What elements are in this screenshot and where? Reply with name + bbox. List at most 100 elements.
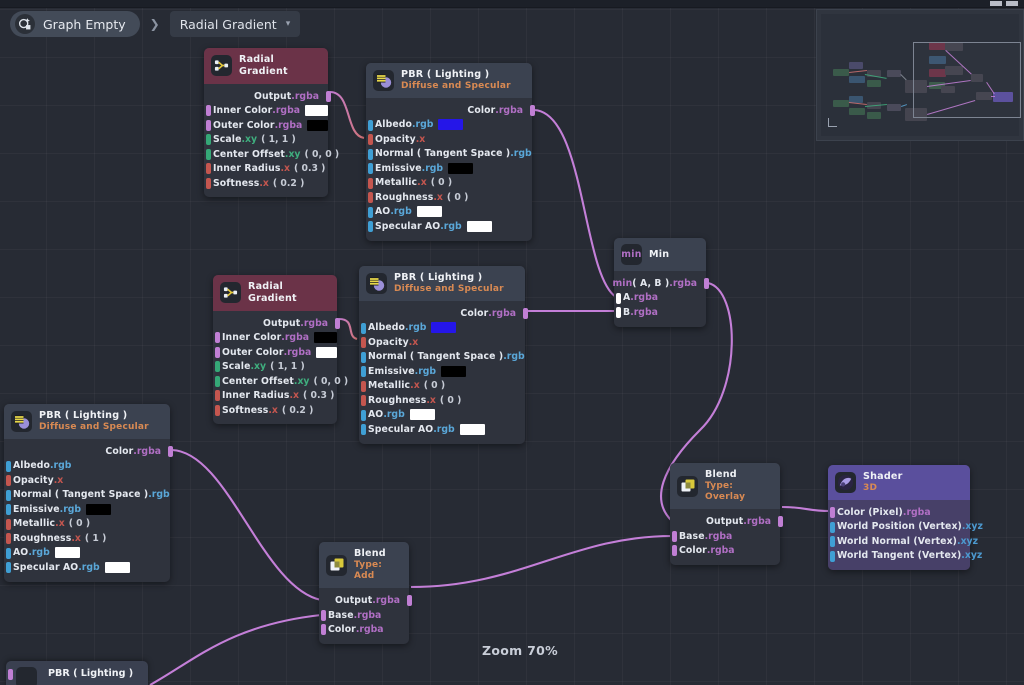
node-input-row[interactable]: Scale .xy( 1, 1 ) (204, 132, 328, 147)
output-port[interactable] (335, 317, 340, 329)
node-header[interactable]: Blend Type: Add (319, 542, 409, 589)
node-input-row[interactable]: Metallic .x ( 0 ) (359, 379, 525, 394)
input-value[interactable]: ( 0 ) (431, 177, 452, 188)
partial-node-pbr-lighting[interactable]: PBR ( Lighting ) (6, 661, 148, 685)
node-input-row[interactable]: Inner Color .rgba (204, 103, 328, 118)
input-port[interactable] (368, 148, 373, 160)
node-header[interactable]: PBR ( Lighting ) Diffuse and Specular (4, 404, 170, 440)
node-header[interactable]: Radial Gradient (213, 275, 337, 311)
color-swatch[interactable] (314, 332, 337, 344)
input-port[interactable] (6, 475, 11, 487)
output-port[interactable] (168, 446, 173, 458)
node-header[interactable]: Shader 3D (828, 465, 970, 501)
node-input-row[interactable]: Specular AO .rgb (366, 219, 532, 234)
node-input-row[interactable]: Color (Pixel) .rgba (828, 505, 970, 520)
input-port[interactable] (368, 221, 373, 233)
node-input-row[interactable]: Metallic .x ( 0 ) (366, 176, 532, 191)
input-value[interactable]: ( 0.3 ) (294, 163, 325, 174)
node-input-row[interactable]: AO .rgb (359, 408, 525, 423)
input-value[interactable]: ( 0, 0 ) (314, 376, 349, 387)
node-input-row[interactable]: AO .rgb (366, 205, 532, 220)
input-value[interactable]: ( 0.2 ) (273, 178, 304, 189)
breadcrumb-item-graph[interactable]: Graph Empty (10, 11, 140, 37)
node-min-node[interactable]: min Min min( A, B ) .rgba A .rgba B .rgba (613, 238, 709, 327)
color-swatch[interactable] (305, 105, 328, 117)
input-port[interactable] (616, 292, 621, 304)
node-output-row[interactable]: Output .rgba (670, 514, 783, 529)
node-input-row[interactable]: Opacity .x (359, 335, 525, 350)
input-port[interactable] (6, 504, 11, 516)
input-port[interactable] (6, 533, 11, 545)
input-port[interactable] (321, 624, 326, 636)
node-input-row[interactable]: Emissive .rgb (4, 502, 170, 517)
node-output-row[interactable]: Color .rgba (4, 444, 173, 459)
input-port[interactable] (361, 322, 366, 334)
node-input-row[interactable]: Opacity .x (4, 473, 170, 488)
input-port[interactable] (6, 489, 11, 501)
node-input-row[interactable]: Specular AO .rgb (359, 422, 525, 437)
color-swatch[interactable] (104, 561, 130, 573)
output-port[interactable] (530, 105, 535, 117)
node-graph-canvas[interactable]: Graph Empty ❯ Radial Gradient ▾ Radial G… (0, 0, 1024, 685)
node-input-row[interactable]: Base .rgba (670, 529, 780, 544)
input-port[interactable] (215, 375, 220, 387)
node-port[interactable] (8, 669, 13, 680)
node-header[interactable]: min Min (614, 238, 706, 271)
node-input-row[interactable]: Inner Radius .x ( 0.3 ) (204, 161, 328, 176)
node-input-row[interactable]: Center Offset .xy ( 0, 0 ) (204, 147, 339, 162)
input-port[interactable] (361, 409, 366, 421)
node-output-row[interactable]: min( A, B ) .rgba (613, 276, 709, 291)
node-radial-gradient-1[interactable]: Radial Gradient Output .rgba Inner Color .rg… (204, 48, 339, 198)
node-input-row[interactable]: A .rgba (614, 291, 706, 306)
node-input-row[interactable]: Center Offset .xy ( 0, 0 ) (213, 374, 348, 389)
color-swatch[interactable] (307, 119, 328, 131)
node-input-row[interactable]: B .rgba (614, 305, 706, 320)
node-header[interactable]: Blend Type: Overlay (670, 463, 780, 510)
input-port[interactable] (215, 404, 220, 416)
input-port[interactable] (206, 134, 211, 146)
node-input-row[interactable]: Albedo .rgb (366, 118, 532, 133)
node-output-row[interactable]: Color .rgba (359, 306, 528, 321)
color-swatch[interactable] (448, 162, 474, 174)
input-value[interactable]: ( 0, 0 ) (305, 149, 340, 160)
output-port[interactable] (407, 595, 412, 607)
input-value[interactable]: ( 0 ) (424, 380, 445, 391)
node-input-row[interactable]: Color .rgba (670, 543, 780, 558)
input-port[interactable] (206, 148, 211, 160)
node-blend-add[interactable]: Blend Type: Add Output .rgba Base .rgba Color.… (319, 542, 412, 644)
node-radial-gradient-2[interactable]: Radial Gradient Output .rgba Inner Color .rg… (213, 275, 348, 425)
node-input-row[interactable]: Roughness .x ( 0 ) (359, 393, 525, 408)
input-port[interactable] (6, 460, 11, 472)
node-input-row[interactable]: Emissive .rgb (366, 161, 532, 176)
input-port[interactable] (361, 395, 366, 407)
node-input-row[interactable]: World Normal (Vertex) .xyz (828, 534, 978, 549)
input-port[interactable] (830, 507, 835, 519)
node-input-row[interactable]: Inner Radius .x ( 0.3 ) (213, 388, 337, 403)
color-swatch[interactable] (441, 365, 467, 377)
node-input-row[interactable]: Scale .xy( 1, 1 ) (213, 359, 337, 374)
input-port[interactable] (206, 163, 211, 175)
node-shader-node[interactable]: Shader 3D Color (Pixel) .rgba World Position… (828, 465, 983, 571)
node-blend-overlay[interactable]: Blend Type: Overlay Output .rgba Base .rgba Co… (670, 463, 783, 565)
input-port[interactable] (361, 366, 366, 378)
node-input-row[interactable]: Opacity .x (366, 132, 532, 147)
node-input-row[interactable]: Normal ( Tangent Space ) .rgb (359, 350, 525, 365)
color-swatch[interactable] (459, 423, 485, 435)
window-controls[interactable] (990, 1, 1018, 6)
color-swatch[interactable] (316, 346, 337, 358)
node-header[interactable]: PBR ( Lighting ) Diffuse and Specular (366, 63, 532, 99)
input-port[interactable] (368, 177, 373, 189)
color-swatch[interactable] (54, 547, 80, 559)
input-port[interactable] (6, 547, 11, 559)
input-port[interactable] (321, 609, 326, 621)
node-input-row[interactable]: Outer Color .rgba (204, 118, 328, 133)
input-port[interactable] (215, 346, 220, 358)
node-input-row[interactable]: Outer Color .rgba (213, 345, 337, 360)
node-input-row[interactable]: Softness .x ( 0.2 ) (213, 403, 337, 418)
input-port[interactable] (368, 163, 373, 175)
input-port[interactable] (368, 206, 373, 218)
input-port[interactable] (830, 550, 835, 562)
input-port[interactable] (368, 134, 373, 146)
input-port[interactable] (361, 337, 366, 349)
node-pbr-lighting-3[interactable]: PBR ( Lighting ) Diffuse and Specular Colo… (4, 404, 173, 582)
